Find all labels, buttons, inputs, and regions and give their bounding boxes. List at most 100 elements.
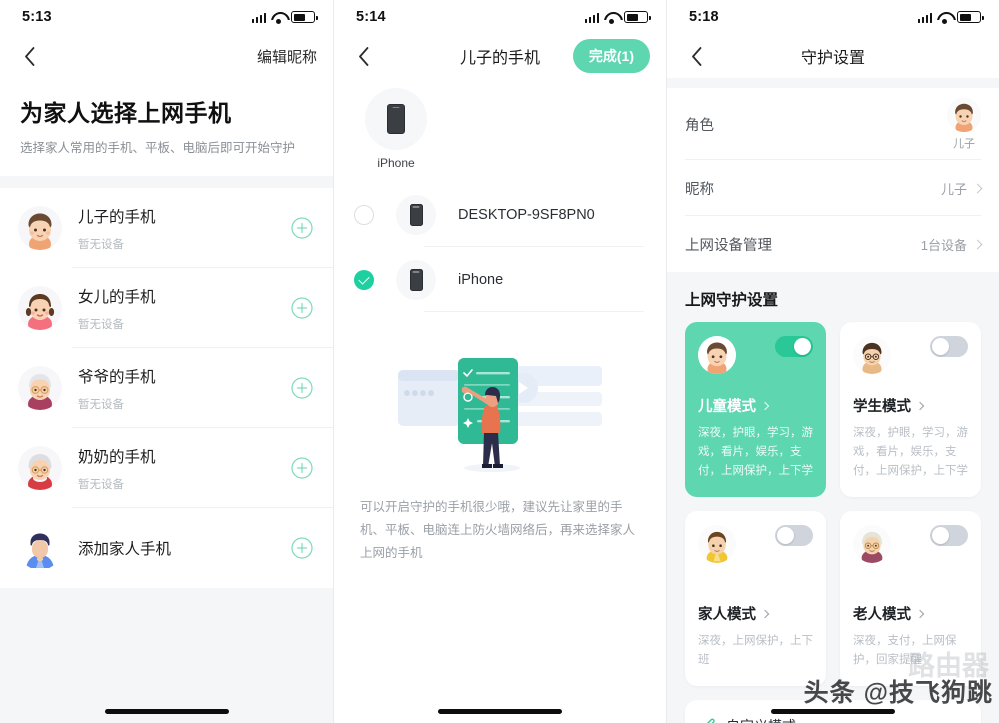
page-title: 守护设置 xyxy=(800,50,865,67)
list-item-text: 爷爷的手机 暂无设备 xyxy=(78,365,291,412)
home-indicator xyxy=(438,709,562,714)
plus-circle-icon[interactable] xyxy=(291,377,313,399)
girl-avatar xyxy=(18,286,62,330)
settings-row-device-management[interactable]: 上网设备管理 1台设备 xyxy=(685,216,983,272)
list-item[interactable]: 儿子的手机 暂无设备 xyxy=(0,188,333,268)
mode-card-elder[interactable]: 老人模式 深夜，支付，上网保护，回家提醒 xyxy=(840,511,981,686)
list-item[interactable]: 添加家人手机 xyxy=(0,508,333,588)
edit-nickname-button[interactable]: 编辑昵称 xyxy=(257,46,317,67)
status-time: 5:14 xyxy=(356,9,386,25)
mode-toggle[interactable] xyxy=(775,525,813,546)
chevron-right-icon xyxy=(972,183,983,193)
list-item-label: 女儿的手机 xyxy=(78,288,156,306)
list-item-text: 奶奶的手机 暂无设备 xyxy=(78,445,291,492)
mode-features: 深夜，上网保护，上下班 xyxy=(698,635,813,667)
settings-row-role[interactable]: 角色 儿子 xyxy=(685,88,981,160)
back-button[interactable] xyxy=(350,43,376,69)
mode-features: 深夜，护眼，学习，游戏，看片，娱乐，支付，上网保护，上下学 xyxy=(853,427,968,478)
radio-unchecked-icon[interactable] xyxy=(354,204,374,225)
custom-mode-label: 自定义模式 xyxy=(726,716,796,723)
plus-circle-icon[interactable] xyxy=(291,537,313,559)
list-item[interactable]: 爷爷的手机 暂无设备 xyxy=(0,348,333,428)
row-label: 上网设备管理 xyxy=(685,237,772,254)
mode-name: 老人模式 xyxy=(853,607,911,624)
status-bar: 5:18 xyxy=(667,0,999,34)
list-item-label: 儿子的手机 xyxy=(78,208,156,226)
mode-card-header xyxy=(853,525,968,563)
chevron-right-icon xyxy=(972,239,983,249)
signal-icon xyxy=(251,12,266,23)
person-add-avatar xyxy=(18,526,62,570)
row-value-text: 儿子 xyxy=(940,181,967,197)
back-button[interactable] xyxy=(683,43,709,69)
mode-toggle[interactable] xyxy=(930,525,968,546)
role-caption: 儿子 xyxy=(953,137,975,150)
page-header: 为家人选择上网手机 选择家人常用的手机、平板、电脑后即可开始守护 xyxy=(0,78,333,176)
selected-device-chip[interactable]: iPhone xyxy=(362,88,430,170)
man-avatar xyxy=(698,525,736,563)
chevron-right-icon xyxy=(915,609,925,618)
list-item-note: 暂无设备 xyxy=(78,238,124,251)
mode-toggle[interactable] xyxy=(930,336,968,357)
mode-card-header xyxy=(853,336,968,374)
status-icons xyxy=(251,11,318,24)
section-divider xyxy=(0,176,333,188)
list-item-note: 暂无设备 xyxy=(78,478,124,491)
boy-avatar xyxy=(698,336,736,374)
status-bar: 5:14 xyxy=(334,0,666,34)
nav-bar: 编辑昵称 xyxy=(0,34,333,78)
battery-icon xyxy=(291,11,318,23)
device-row[interactable]: iPhone xyxy=(334,247,666,312)
list-item[interactable]: 奶奶的手机 暂无设备 xyxy=(0,428,333,508)
student-avatar xyxy=(853,336,891,374)
list-item-text: 女儿的手机 暂无设备 xyxy=(78,285,291,332)
mode-toggle[interactable] xyxy=(775,336,813,357)
status-icons xyxy=(917,11,984,24)
radio-checked-icon[interactable] xyxy=(354,269,374,290)
settings-row-nickname[interactable]: 昵称 儿子 xyxy=(685,160,983,216)
nav-bar: 守护设置 xyxy=(667,34,999,78)
wifi-icon xyxy=(271,12,286,24)
settings-group: 角色 儿子 昵称 儿子 上网设备管理 1台设备 xyxy=(667,88,999,272)
done-button[interactable]: 完成(1) xyxy=(572,39,650,73)
device-name: DESKTOP-9SF8PN0 xyxy=(458,206,595,223)
chevron-right-icon xyxy=(760,401,770,410)
row-value: 儿子 xyxy=(947,97,981,151)
mode-name: 家人模式 xyxy=(698,607,756,624)
helper-description: 可以开启守护的手机很少哦，建议先让家里的手机、平板、电脑连上防火墙网络后，再来选… xyxy=(360,500,636,561)
mode-card-child[interactable]: 儿童模式 深夜，护眼，学习，游戏，看片，娱乐，支付，上网保护，上下学 xyxy=(685,322,826,497)
plus-circle-icon[interactable] xyxy=(291,457,313,479)
mode-name: 学生模式 xyxy=(853,399,911,416)
row-value: 1台设备 xyxy=(921,235,983,254)
family-member-list: 儿子的手机 暂无设备 女儿的手机 暂无设备 爷爷的手机 暂无设备 奶奶的手机 暂… xyxy=(0,188,333,588)
page-subtitle: 选择家人常用的手机、平板、电脑后即可开始守护 xyxy=(20,141,296,155)
mode-card-family[interactable]: 家人模式 深夜，上网保护，上下班 xyxy=(685,511,826,686)
list-item-label: 爷爷的手机 xyxy=(78,368,156,386)
phone-icon xyxy=(396,259,436,300)
row-label: 昵称 xyxy=(685,181,714,198)
list-item[interactable]: 女儿的手机 暂无设备 xyxy=(0,268,333,348)
grandma-avatar xyxy=(853,525,891,563)
chevron-left-icon xyxy=(24,46,34,66)
mode-card-title-row[interactable]: 老人模式 xyxy=(853,585,968,624)
selected-device-label: iPhone xyxy=(377,156,415,170)
mode-card-title-row[interactable]: 家人模式 xyxy=(698,585,813,624)
status-time: 5:18 xyxy=(689,9,719,25)
nav-bar: 儿子的手机 完成(1) xyxy=(334,34,666,78)
plus-circle-icon[interactable] xyxy=(291,217,313,239)
mode-card-student[interactable]: 学生模式 深夜，护眼，学习，游戏，看片，娱乐，支付，上网保护，上下学 xyxy=(840,322,981,497)
status-time: 5:13 xyxy=(22,9,52,25)
status-bar: 5:13 xyxy=(0,0,333,34)
signal-icon xyxy=(584,12,599,23)
back-button[interactable] xyxy=(16,43,42,69)
plus-circle-icon[interactable] xyxy=(291,297,313,319)
device-list: DESKTOP-9SF8PN0 iPhone xyxy=(334,182,666,312)
mode-card-title-row[interactable]: 学生模式 xyxy=(853,377,968,416)
device-row[interactable]: DESKTOP-9SF8PN0 xyxy=(334,182,666,247)
screen-guardian-settings: 5:18 守护设置 角色 儿子 昵称 儿子 上网设备管理 1台设备 上网守护设置… xyxy=(666,0,999,723)
selected-device-chips: iPhone xyxy=(334,78,666,176)
mode-card-title-row[interactable]: 儿童模式 xyxy=(698,377,813,416)
page-background xyxy=(0,588,333,723)
home-indicator xyxy=(104,709,229,714)
three-screenshot-montage: 5:13 编辑昵称 为家人选择上网手机 选择家人常用的手机、平板、电脑后即可开始… xyxy=(0,0,999,723)
